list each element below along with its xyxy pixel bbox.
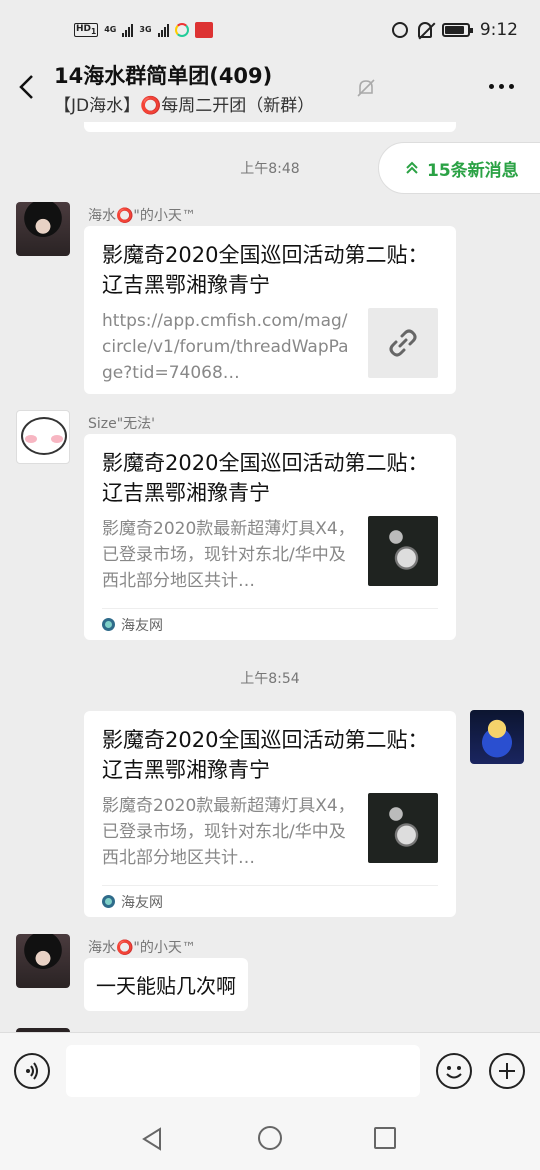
card-title: 影魔奇2020全国巡回活动第二贴： 辽吉黑鄂湘豫青宁 — [102, 451, 429, 505]
emoji-icon[interactable] — [436, 1053, 472, 1089]
link-thumbnail — [368, 308, 438, 378]
network-4g-label: 4G — [104, 25, 117, 34]
source-name: 海友网 — [121, 617, 163, 634]
link-icon — [389, 329, 417, 357]
chat-title: 14海水群简单团(409) — [54, 64, 273, 88]
my-avatar[interactable] — [470, 710, 524, 764]
new-messages-button[interactable]: 15条新消息 — [378, 142, 540, 194]
nav-home-icon[interactable] — [258, 1126, 282, 1150]
card-title: 影魔奇2020全国巡回活动第二贴： 辽吉黑鄂湘豫青宁 — [102, 243, 429, 297]
status-bar: HD1 4G 3G 9:12 — [0, 0, 540, 60]
article-card-message-self[interactable]: 影魔奇2020全国巡回活动第二贴： 辽吉黑鄂湘豫青宁 影魔奇2020款最新超薄灯… — [84, 711, 456, 917]
card-body: 影魔奇2020款最新超薄灯具X4，已登录市场，现针对东北/华中及西北部分地区共计… — [102, 516, 438, 594]
status-right-icons: 9:12 — [391, 20, 518, 40]
article-thumbnail — [368, 793, 438, 863]
more-icon[interactable] — [489, 84, 514, 89]
card-source: 海友网 — [102, 608, 438, 640]
card-description: 影魔奇2020款最新超薄灯具X4，已登录市场，现针对东北/华中及西北部分地区共计… — [102, 519, 355, 591]
card-source: 海友网 — [102, 885, 438, 917]
alarm-icon — [391, 22, 408, 38]
chat-header: 14海水群简单团(409) 【JD海水】⭕每周二开团（新群） — [0, 52, 540, 122]
voice-icon[interactable] — [14, 1053, 50, 1089]
signal-2-icon — [157, 23, 169, 37]
input-bar — [0, 1032, 540, 1108]
card-body: 影魔奇2020款最新超薄灯具X4，已登录市场，现针对东北/华中及西北部分地区共计… — [102, 793, 438, 871]
double-chevron-up-icon — [406, 161, 418, 174]
card-body: https://app.cmfish.com/mag/circle/v1/for… — [102, 308, 438, 386]
status-time: 9:12 — [479, 20, 518, 40]
sender-name: Size"无法' — [88, 416, 156, 432]
status-left-icons: HD1 4G 3G — [74, 22, 213, 38]
notifications-off-icon — [417, 22, 432, 38]
mute-icon — [357, 79, 375, 97]
back-icon[interactable] — [16, 74, 38, 100]
article-thumbnail — [368, 516, 438, 586]
avatar[interactable] — [16, 934, 70, 988]
avatar[interactable] — [16, 410, 70, 464]
text-message[interactable]: 一天能贴几次啊 — [84, 958, 248, 1011]
sender-name: 海水⭕"的小天™ — [88, 940, 196, 956]
link-card-message[interactable]: 影魔奇2020全国巡回活动第二贴： 辽吉黑鄂湘豫青宁 https://app.c… — [84, 226, 456, 394]
hd-label: HD — [76, 23, 92, 34]
hd-indicator: HD1 — [74, 22, 99, 38]
plus-icon[interactable] — [489, 1053, 525, 1089]
source-name: 海友网 — [121, 894, 163, 911]
card-title: 影魔奇2020全国巡回活动第二贴： 辽吉黑鄂湘豫青宁 — [102, 728, 429, 782]
signal-1-icon — [122, 23, 134, 37]
network-3g-label: 3G — [139, 25, 152, 34]
card-description: 影魔奇2020款最新超薄灯具X4，已登录市场，现针对东北/华中及西北部分地区共计… — [102, 796, 355, 868]
article-card-message[interactable]: 影魔奇2020全国巡回活动第二贴： 辽吉黑鄂湘豫青宁 影魔奇2020款最新超薄灯… — [84, 434, 456, 640]
battery-fill — [444, 26, 464, 34]
system-nav-bar — [0, 1108, 540, 1170]
source-logo-icon — [102, 895, 115, 908]
card-description: https://app.cmfish.com/mag/circle/v1/for… — [102, 311, 349, 383]
app-notification-icon-2 — [194, 22, 213, 38]
timestamp: 上午8:54 — [240, 671, 300, 687]
chat-messages[interactable]: 上午8:48 15条新消息 海水⭕"的小天™ 影魔奇2020全国巡回活动第二贴：… — [0, 122, 540, 1032]
sender-name: 海水⭕"的小天™ — [88, 208, 196, 224]
source-logo-icon — [102, 618, 115, 631]
nav-back-icon[interactable] — [140, 1126, 166, 1152]
app-notification-icon — [174, 23, 189, 37]
chat-subtitle: 【JD海水】⭕每周二开团（新群） — [54, 96, 315, 116]
hd-sub-label: 1 — [91, 26, 97, 36]
battery-icon — [441, 23, 473, 37]
nav-recent-icon[interactable] — [374, 1127, 396, 1149]
new-messages-label: 15条新消息 — [427, 160, 519, 181]
message-input[interactable] — [66, 1045, 420, 1097]
avatar[interactable] — [16, 202, 70, 256]
message-bubble-partial[interactable] — [84, 122, 456, 132]
